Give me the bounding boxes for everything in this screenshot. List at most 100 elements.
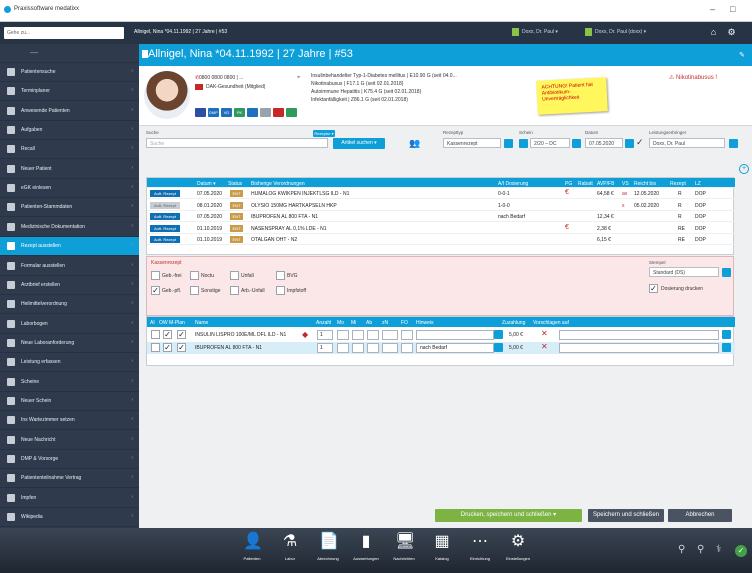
med-name[interactable]: INSULIN LISPRO 100E/ML DFL ILD - N1 [195,332,286,338]
dock-item[interactable]: ⋯ Einrichtung [460,531,500,561]
collapse-icon[interactable]: — [0,44,139,63]
checkbox-noctu[interactable] [190,271,199,280]
dock-tray-icon-3[interactable]: ⚕ [716,544,721,555]
med-col-header[interactable]: Anzahl [316,320,331,326]
history-row[interactable]: Auft. Rezept 07.05.2020 ENT IBUPROFEN AL 80… [147,211,735,222]
hint-dropdown-icon[interactable] [494,330,503,339]
prescription-badge[interactable]: Auft. Rezept [150,236,180,243]
chip-8[interactable] [286,108,297,117]
dose-mi[interactable] [352,343,364,353]
sidebar-item[interactable]: Scheine › [0,373,139,392]
dock-item[interactable]: 📄 Abrechnung [308,531,348,561]
checkbox-geb-frei[interactable] [151,271,160,280]
schein-select[interactable]: 2/20 – DC [530,138,570,148]
med-col-header[interactable]: Name [195,320,208,326]
medication-row[interactable]: ✓ ✓ INSULIN LISPRO 100E/ML DFL ILD - N1 1 5,… [147,329,735,341]
prescription-badge[interactable]: Auft. Rezept [150,224,180,232]
med-col-header[interactable]: zN [382,320,388,326]
sidebar-item[interactable]: Neuer Patient › [0,160,139,179]
col-rabatt[interactable]: Rabatt [578,181,593,187]
sidebar-item[interactable]: Rezept ausstellen › [0,237,139,257]
dose-fo[interactable] [401,343,413,353]
sticky-note[interactable]: ACHTUNG! Patient hat Antibiotikum-Unvert… [536,77,608,115]
checkbox-bvg[interactable] [276,271,285,280]
sidebar-item[interactable]: Neue Laboranforderung › [0,334,139,353]
dock-item[interactable]: 👤 Patienten [232,531,272,561]
sidebar-item[interactable]: Arztbrief erstellen › [0,276,139,295]
rezeptur-dropdown[interactable]: Rezeptur ▾ [313,130,335,137]
med-col-header[interactable]: Hinweis [416,320,434,326]
checkbox-geb-pfl[interactable]: ✓ [151,286,160,295]
dock-item[interactable]: ▮ Auswertungen [346,531,386,561]
chip-6[interactable] [260,108,271,117]
delete-icon[interactable]: ✕ [541,329,548,338]
chip-vd[interactable]: PK [234,108,245,117]
mplan-checkbox[interactable]: ✓ [177,330,186,339]
col-dosierung[interactable]: A/I Dosierung [498,181,528,187]
col-rezept[interactable]: Rezept [670,181,686,187]
dose-zn[interactable] [382,330,398,340]
med-col-header[interactable]: M-Plan [169,320,185,326]
gear-icon[interactable]: ⚙ [726,27,737,38]
arzt-select[interactable]: Doxx, Dr. Paul [649,138,725,148]
med-col-header[interactable]: Ab [366,320,372,326]
sidebar-item[interactable]: DMP & Vorsorge › [0,450,139,469]
dock-tray-icon-2[interactable]: ⚲ [697,544,704,555]
stempel-select[interactable]: Standard (DS) [649,267,719,277]
history-row[interactable]: Auft. Rezept 08.01.2020 ENT OLYSIO 150MG HA… [147,200,735,211]
sidebar-item[interactable]: Neuer Schein › [0,392,139,411]
doctor-select[interactable]: Doxx, Dr. Paul ▾ [522,29,558,35]
sidebar-item[interactable]: Heilmittelverordnung › [0,295,139,315]
calendar-icon[interactable] [625,139,634,148]
dock-item[interactable]: 🖥 Nachrichten [384,531,424,561]
col-bisherige[interactable]: Bisherige Verordnungen [251,181,305,187]
hint-dropdown-icon[interactable] [494,343,503,352]
col-pg[interactable]: PG [565,181,572,187]
sidebar-item[interactable]: Ins Wartezimmer setzen › [0,411,139,431]
goto-input[interactable]: Gehe zu... [4,27,124,39]
dose-mo[interactable] [337,330,349,340]
history-row[interactable]: Auft. Rezept 01.10.2019 ENT NASENSPRAY AL 0… [147,223,735,234]
minimize-button[interactable]: – [710,4,715,14]
checkbox-unfall[interactable] [230,271,239,280]
chip-v1[interactable]: DMP [208,108,219,117]
sidebar-item[interactable]: Wikipedia › [0,508,139,528]
sidebar-item[interactable]: Neue Nachricht › [0,431,139,450]
med-col-header[interactable]: Mo [337,320,344,326]
sidebar-item[interactable]: Patienten-Stammdaten › [0,198,139,218]
med-col-header[interactable]: FO [401,320,408,326]
medication-row[interactable]: ✓ ✓ IBUPROFEN AL 800 FTA - N1 1 nach Bedarf 5… [147,342,735,354]
checkbox-impfstoff[interactable] [276,286,285,295]
rezepttyp-dropdown-icon[interactable] [504,139,513,148]
vorschlagen-select[interactable] [559,330,719,340]
search-input[interactable]: Suche [146,138,328,148]
med-amount[interactable]: 1 [317,330,333,340]
interaction-warning-icon[interactable]: ◆ [302,330,308,339]
med-hint[interactable]: nach Bedarf [416,343,494,353]
history-row[interactable]: Auft. Rezept 01.10.2019 ENT OTALGAN OHT - N… [147,234,735,245]
maximize-button[interactable]: □ [730,4,735,14]
dock-item[interactable]: ⚙ Einstellungen [498,531,538,561]
dose-ab[interactable] [367,330,379,340]
med-col-header[interactable]: Zuzahlung [502,320,525,326]
chip-1[interactable] [195,108,206,117]
location-icon[interactable]: ⌖ [297,75,300,82]
col-vs[interactable]: VS [622,181,629,187]
sidebar-item[interactable]: Anwesende Patienten › [0,102,139,121]
sidebar-item[interactable]: Formular ausstellen › [0,257,139,276]
article-search-button[interactable]: Artikel suchen ▾ [333,138,385,149]
sidebar-item[interactable]: eGK einlesen › [0,179,139,199]
sidebar-item[interactable]: Laborbogen › [0,315,139,334]
user-select[interactable]: Doxx, Dr. Paul (doxx) ▾ [595,29,646,35]
vorschlagen-dropdown-icon[interactable] [722,330,731,339]
sidebar-item[interactable]: Leistung erfassen › [0,353,139,373]
mplan-checkbox[interactable]: ✓ [177,343,186,352]
col-datum[interactable]: Datum ▾ [197,181,216,187]
sidebar-item[interactable]: Patiententeilnahme Vertrag › [0,469,139,489]
cancel-button[interactable]: Abbrechen [668,509,732,522]
chip-dmp[interactable]: VD [221,108,232,117]
sidebar-item[interactable]: Medizinische Dokumentation › [0,218,139,237]
ai-checkbox[interactable] [151,330,160,339]
col-avp[interactable]: AVP/FB [597,181,614,187]
dose-ab[interactable] [367,343,379,353]
